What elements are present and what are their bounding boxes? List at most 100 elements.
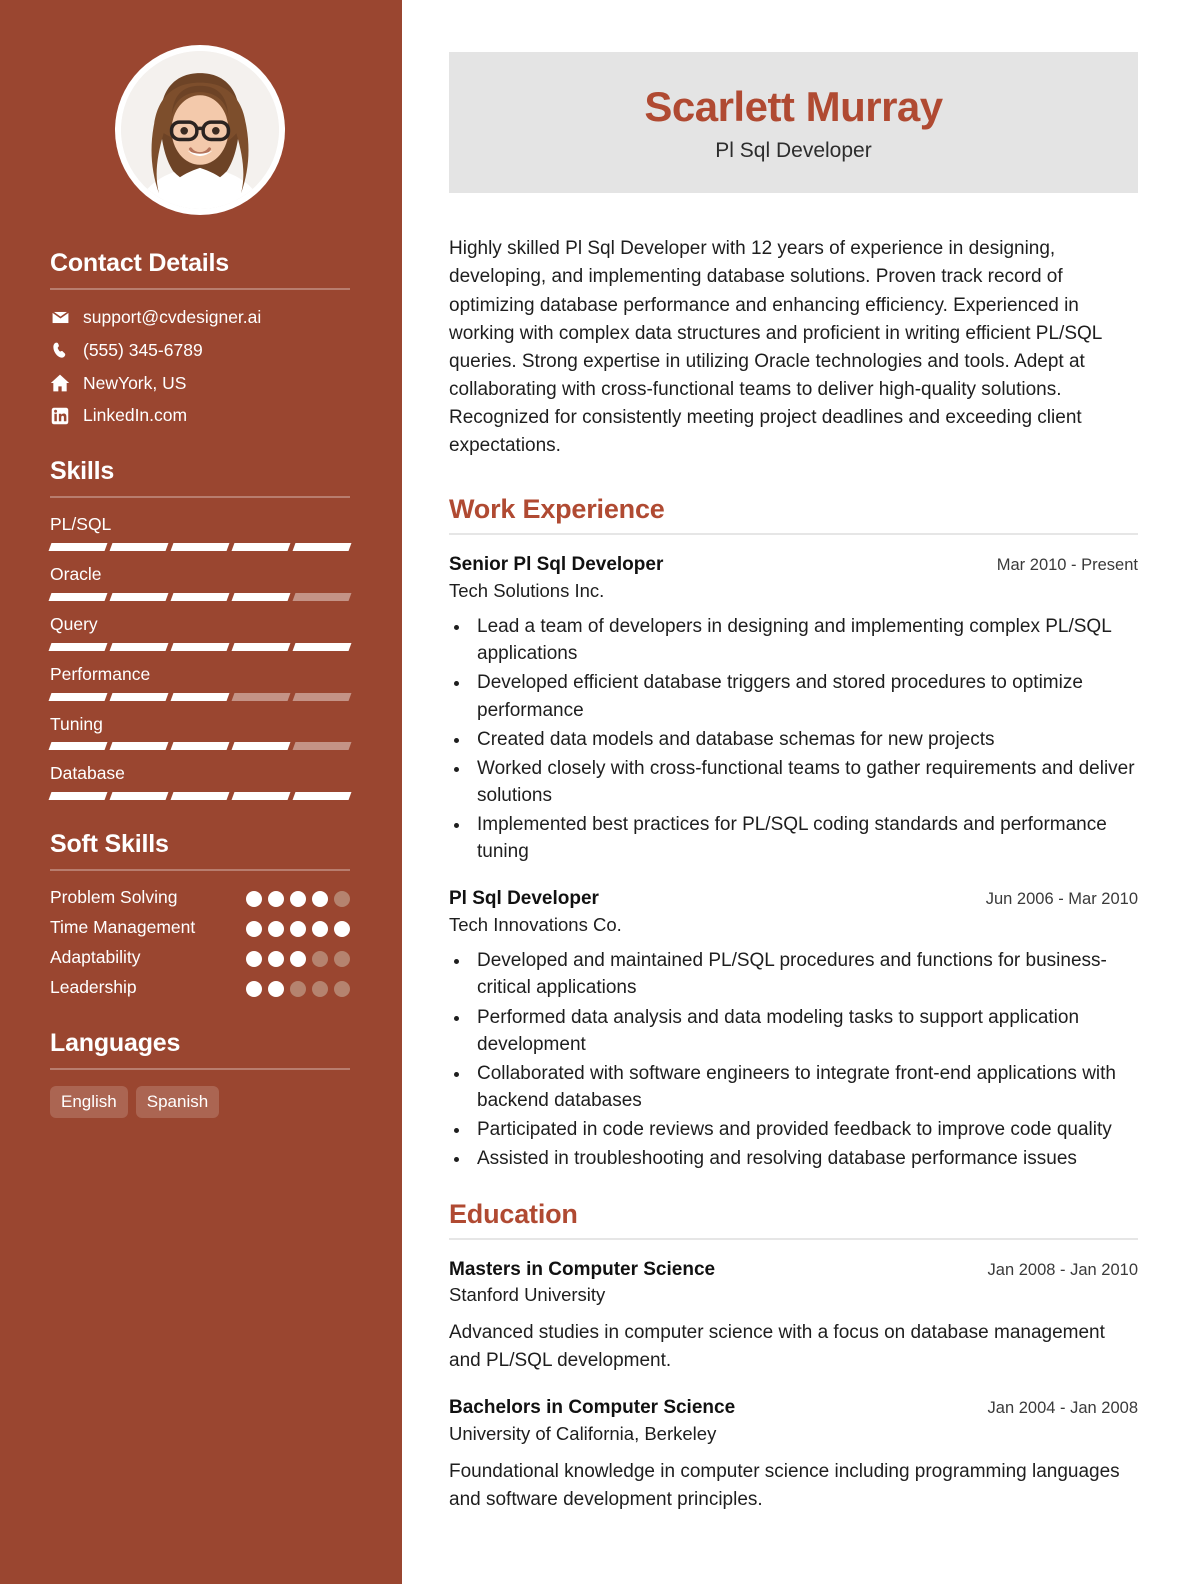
- skill-bar-segment: [231, 792, 291, 801]
- soft-skills-list: Problem Solving Time Management Adaptabili…: [50, 887, 350, 999]
- contact-item-email[interactable]: support@cvdesigner.ai: [50, 306, 350, 329]
- soft-skills-divider: [50, 869, 350, 872]
- contact-heading: Contact Details: [50, 249, 229, 277]
- work-organization: Tech Innovations Co.: [449, 914, 622, 936]
- work-bullet: Developed efficient database triggers an…: [471, 669, 1138, 723]
- work-bullet: Implemented best practices for PL/SQL co…: [471, 811, 1138, 865]
- skill-bar-segment: [109, 742, 169, 751]
- soft-skill-rating: [246, 947, 350, 967]
- resume-page: Contact Details support@cvdesigner.ai (5…: [0, 0, 1200, 1584]
- soft-skill-row: Time Management: [50, 917, 350, 939]
- skill-level-bar: [48, 742, 352, 751]
- skill-bar-segment: [231, 592, 291, 601]
- skill-bar-segment: [170, 592, 230, 601]
- soft-skill-rating: [246, 917, 350, 938]
- languages-section: Languages English Spanish: [50, 1029, 350, 1118]
- skill-bar-segment: [231, 542, 291, 551]
- professional-summary: Highly skilled Pl Sql Developer with 12 …: [449, 238, 1102, 457]
- education-section: Education Masters in Computer Science Jan…: [449, 1199, 1138, 1514]
- skill-bar-segment: [292, 742, 352, 751]
- work-bullet: Worked closely with cross-functional tea…: [471, 755, 1138, 809]
- skill-bar-segment: [170, 692, 230, 701]
- skill-bar-segment: [231, 692, 291, 701]
- skill-bar-segment: [292, 592, 352, 601]
- skill-bar-segment: [48, 592, 108, 601]
- skill-bar-segment: [231, 642, 291, 651]
- education-description: Advanced studies in computer science wit…: [449, 1322, 1105, 1371]
- skill-label: Performance: [50, 663, 151, 684]
- work-bullet: Performed data analysis and data modelin…: [471, 1004, 1138, 1058]
- education-entry: Masters in Computer Science Jan 2008 - Ja…: [449, 1258, 1138, 1375]
- skill-bar-segment: [170, 542, 230, 551]
- contact-divider: [50, 288, 350, 290]
- phone-icon: [50, 341, 70, 360]
- rating-dot: [312, 980, 328, 997]
- language-pill: English: [50, 1085, 128, 1118]
- skill-bar-segment: [292, 692, 352, 701]
- education-divider: [449, 1237, 1138, 1240]
- skills-list: PL/SQL Oracle Query Performance Tuning Databa…: [48, 514, 352, 801]
- skill-bar-segment: [170, 792, 230, 801]
- contact-location-value: NewYork, US: [83, 372, 187, 393]
- soft-skill-row: Leadership: [50, 977, 350, 999]
- avatar: [115, 45, 285, 215]
- contact-phone-value: (555) 345-6789: [83, 339, 203, 360]
- job-title: Pl Sql Developer: [715, 139, 872, 163]
- skill-bar-segment: [109, 792, 169, 801]
- skill-level-bar: [48, 792, 352, 801]
- soft-skill-label: Adaptability: [50, 947, 141, 967]
- skill-bar-segment: [48, 692, 108, 701]
- home-icon: [50, 373, 70, 393]
- languages-list: English Spanish: [50, 1085, 350, 1118]
- rating-dot: [334, 951, 350, 967]
- rating-dot: [290, 980, 306, 997]
- soft-skill-rating: [246, 977, 350, 997]
- contact-item-linkedin[interactable]: LinkedIn.com: [50, 404, 350, 427]
- rating-dot: [334, 980, 350, 997]
- skill-level-bar: [48, 642, 352, 651]
- work-entry: Pl Sql Developer Jun 2006 - Mar 2010 Tech …: [449, 887, 1138, 1172]
- name-banner: Scarlett Murray Pl Sql Developer: [449, 52, 1138, 194]
- portrait-illustration: [121, 51, 279, 209]
- skill-label: Query: [50, 613, 98, 634]
- main-column: Scarlett Murray Pl Sql Developer Highly …: [402, 0, 1200, 1584]
- education-heading: Education: [449, 1198, 578, 1229]
- skill-bar-segment: [109, 542, 169, 551]
- skill-bar-segment: [109, 592, 169, 601]
- linkedin-icon: [50, 407, 70, 425]
- skill-bar-segment: [292, 642, 352, 651]
- work-bullet-list: Lead a team of developers in designing a…: [471, 613, 1138, 865]
- education-degree: Masters in Computer Science: [449, 1258, 716, 1280]
- page-title: Scarlett Murray: [644, 83, 943, 130]
- education-entry: Bachelors in Computer Science Jan 2004 - …: [449, 1396, 1138, 1513]
- rating-dot: [334, 891, 350, 908]
- rating-dot: [246, 980, 262, 997]
- skills-heading: Skills: [50, 457, 115, 485]
- work-bullet-list: Developed and maintained PL/SQL procedur…: [471, 947, 1138, 1172]
- skill-bar-segment: [170, 642, 230, 651]
- work-bullet: Lead a team of developers in designing a…: [471, 613, 1138, 667]
- soft-skill-rating: [246, 887, 350, 908]
- skill-bar-segment: [109, 642, 169, 651]
- contact-section: Contact Details support@cvdesigner.ai (5…: [50, 249, 350, 427]
- language-pill: Spanish: [135, 1085, 220, 1118]
- skill-bar-segment: [48, 742, 108, 751]
- work-role: Pl Sql Developer: [449, 888, 599, 910]
- rating-dot: [246, 951, 262, 967]
- contact-item-location[interactable]: NewYork, US: [50, 372, 350, 395]
- skill-bar-segment: [170, 742, 230, 751]
- work-bullet: Assisted in troubleshooting and resolvin…: [471, 1145, 1138, 1172]
- rating-dot: [268, 921, 284, 938]
- education-school: University of California, Berkeley: [449, 1423, 717, 1445]
- rating-dot: [312, 951, 328, 967]
- education-school: Stanford University: [449, 1284, 606, 1306]
- education-description: Foundational knowledge in computer scien…: [449, 1461, 1120, 1510]
- rating-dot: [246, 891, 262, 908]
- skill-level-bar: [48, 542, 352, 551]
- skill-bar-segment: [231, 742, 291, 751]
- contact-item-phone[interactable]: (555) 345-6789: [50, 339, 350, 362]
- soft-skills-heading: Soft Skills: [50, 830, 169, 859]
- skill-level-bar: [48, 592, 352, 601]
- skill-label: Tuning: [50, 713, 103, 734]
- rating-dot: [268, 891, 284, 908]
